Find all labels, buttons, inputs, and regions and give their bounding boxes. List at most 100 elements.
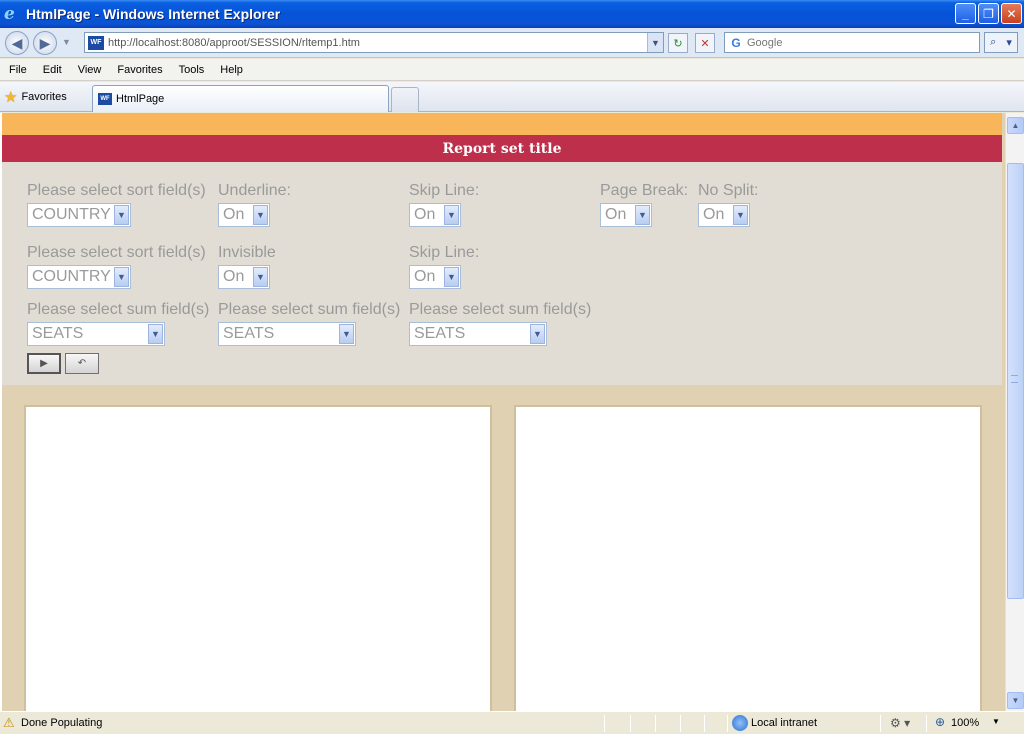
no-split-value: On [703, 206, 725, 223]
sort-field-1-value: COUNTRY [32, 206, 111, 223]
chevron-down-icon[interactable]: ▼ [444, 267, 459, 287]
chevron-down-icon[interactable]: ▼ [444, 205, 459, 225]
menu-tools[interactable]: Tools [174, 64, 210, 76]
sum-field-2-label: Please select sum field(s) [218, 301, 401, 318]
status-divider [704, 715, 705, 732]
history-dropdown-icon[interactable]: ▼ [62, 37, 71, 47]
underline-label: Underline: [218, 182, 291, 199]
scroll-up-arrow-icon[interactable]: ▲ [1007, 117, 1024, 134]
no-split-label: No Split: [698, 182, 759, 199]
output-panel-left [24, 405, 492, 711]
warning-icon: ⚠ [3, 715, 15, 730]
run-button[interactable]: ▶ [27, 353, 61, 374]
security-zone[interactable]: Local intranet [751, 717, 817, 729]
menu-file[interactable]: File [4, 64, 32, 76]
sum-field-3: Please select sum field(s) SEATS ▼ [409, 301, 591, 346]
zoom-dropdown-icon[interactable]: ▼ [992, 717, 1000, 726]
sum-field-3-select[interactable]: SEATS ▼ [409, 322, 547, 346]
favorites-button[interactable]: ★ Favorites [4, 88, 67, 106]
zoom-level[interactable]: 100% [951, 717, 979, 729]
play-icon: ▶ [40, 358, 48, 369]
sum-field-2: Please select sum field(s) SEATS ▼ [218, 301, 400, 346]
forward-button[interactable]: ▶ [33, 31, 57, 55]
globe-icon [732, 715, 748, 731]
page-break-value: On [605, 206, 627, 223]
vertical-scrollbar[interactable]: ▲ ▼ [1005, 113, 1024, 711]
underline-select[interactable]: On ▼ [218, 203, 270, 227]
sum-field-1-value: SEATS [32, 325, 84, 342]
refresh-button[interactable]: ↻ [668, 33, 688, 53]
menu-help[interactable]: Help [215, 64, 248, 76]
menu-favorites[interactable]: Favorites [112, 64, 167, 76]
chevron-down-icon[interactable]: ▼ [253, 267, 268, 287]
chevron-down-icon[interactable]: ▼ [733, 205, 748, 225]
sum-field-1-label: Please select sum field(s) [27, 301, 210, 318]
search-icon: ⌕ [990, 36, 997, 48]
sum-field-2-value: SEATS [223, 325, 275, 342]
status-divider [655, 715, 656, 732]
search-input[interactable] [747, 36, 967, 49]
search-box[interactable]: G [724, 32, 980, 53]
tab-htmlpage[interactable]: WF HtmlPage [92, 85, 389, 112]
chevron-down-icon[interactable]: ▼ [339, 324, 354, 344]
menu-edit[interactable]: Edit [38, 64, 67, 76]
undo-icon: ↶ [77, 358, 87, 369]
invisible: Invisible On ▼ [218, 244, 276, 289]
zoom-icon: ⊕ [935, 715, 946, 729]
search-options-icon[interactable]: ▾ [1006, 36, 1012, 49]
underline-1: Underline: On ▼ [218, 182, 291, 227]
status-text: Done Populating [21, 717, 103, 729]
protected-mode-icon[interactable]: ⚙ ▾ [890, 716, 910, 730]
chevron-down-icon[interactable]: ▼ [530, 324, 545, 344]
chevron-down-icon[interactable]: ▼ [114, 205, 129, 225]
chevron-down-icon[interactable]: ▼ [114, 267, 129, 287]
page-break: Page Break: On ▼ [600, 182, 688, 227]
sort-field-2-select[interactable]: COUNTRY ▼ [27, 265, 131, 289]
status-divider [926, 715, 927, 732]
chevron-down-icon[interactable]: ▼ [148, 324, 163, 344]
sum-field-1: Please select sum field(s) SEATS ▼ [27, 301, 209, 346]
new-tab-button[interactable] [391, 87, 419, 112]
report-controls: Please select sort field(s) COUNTRY ▼ Un… [2, 162, 1002, 385]
title-bar: e HtmlPage - Windows Internet Explorer _… [0, 0, 1024, 28]
sort-field-2-value: COUNTRY [32, 268, 111, 285]
invisible-value: On [223, 268, 245, 285]
sort-field-1-label: Please select sort field(s) [27, 182, 206, 199]
report-title: Report set title [2, 135, 1002, 162]
sort-field-2: Please select sort field(s) COUNTRY ▼ [27, 244, 206, 289]
reset-button[interactable]: ↶ [65, 353, 99, 374]
google-icon: G [731, 35, 741, 50]
menu-view[interactable]: View [73, 64, 107, 76]
no-split-select[interactable]: On ▼ [698, 203, 750, 227]
status-bar: ⚠ Done Populating Local intranet ⚙ ▾ ⊕ 1… [0, 711, 1024, 734]
favorites-label: Favorites [21, 91, 67, 103]
invisible-select[interactable]: On ▼ [218, 265, 270, 289]
skip-line-1-select[interactable]: On ▼ [409, 203, 461, 227]
invisible-label: Invisible [218, 244, 276, 261]
back-button[interactable]: ◀ [5, 31, 29, 55]
output-panel-right [514, 405, 982, 711]
sum-field-1-select[interactable]: SEATS ▼ [27, 322, 165, 346]
address-bar[interactable]: WF http://localhost:8080/approot/SESSION… [84, 32, 664, 53]
chevron-down-icon[interactable]: ▼ [635, 205, 650, 225]
minimize-button[interactable]: _ [955, 3, 976, 24]
status-divider [727, 715, 728, 732]
stop-button[interactable]: ✕ [695, 33, 715, 53]
scroll-down-arrow-icon[interactable]: ▼ [1007, 692, 1024, 709]
sum-field-2-select[interactable]: SEATS ▼ [218, 322, 356, 346]
maximize-button[interactable]: ❐ [978, 3, 999, 24]
chevron-down-icon[interactable]: ▼ [253, 205, 268, 225]
sort-field-1-select[interactable]: COUNTRY ▼ [27, 203, 131, 227]
ie-logo-icon: e [4, 4, 15, 24]
status-divider [880, 715, 881, 732]
close-button[interactable]: ✕ [1001, 3, 1022, 24]
address-url[interactable]: http://localhost:8080/approot/SESSION/rl… [108, 37, 360, 49]
address-dropdown-icon[interactable]: ▼ [647, 33, 663, 52]
skip-line-2-select[interactable]: On ▼ [409, 265, 461, 289]
sort-field-2-label: Please select sort field(s) [27, 244, 206, 261]
no-split: No Split: On ▼ [698, 182, 758, 227]
search-button[interactable]: ⌕ ▾ [984, 32, 1018, 53]
page-break-select[interactable]: On ▼ [600, 203, 652, 227]
page-break-label: Page Break: [600, 182, 689, 199]
scroll-grip-icon [1011, 375, 1018, 383]
